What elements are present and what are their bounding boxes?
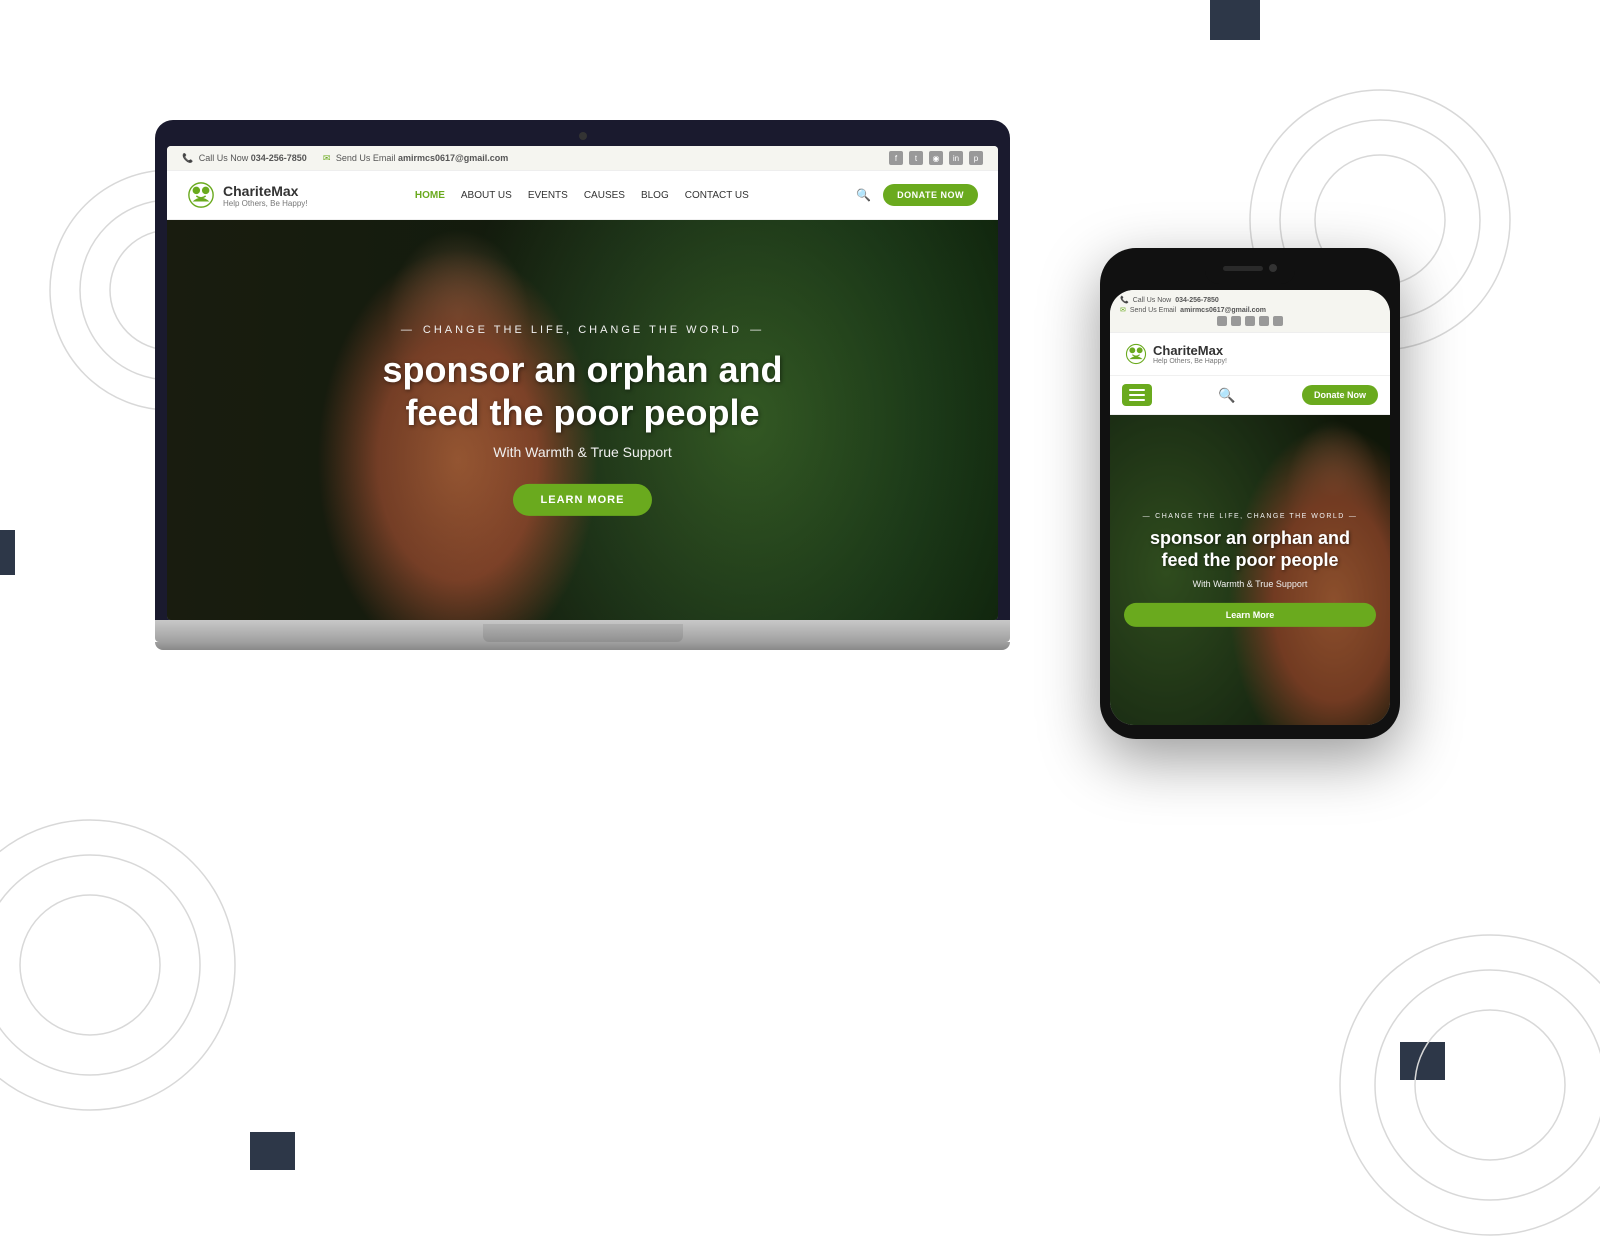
email-icon: ✉ — [323, 153, 331, 163]
phone-navbar: 🔍 Donate Now — [1110, 376, 1390, 415]
hero-description: With Warmth & True Support — [382, 444, 782, 460]
phone-email-address: amirmcs0617@gmail.com — [1180, 307, 1266, 314]
main-scene: 📞 Call Us Now 034-256-7850 ✉ Send Us Ema… — [0, 0, 1600, 1200]
phone-camera — [1269, 264, 1277, 272]
phone-hero-subtitle: — CHANGE THE LIFE, CHANGE THE WORLD — — [1124, 513, 1376, 520]
email-address: amirmcs0617@gmail.com — [398, 153, 508, 163]
nav-blog[interactable]: BLOG — [641, 190, 669, 201]
topbar-social-links: f t ◉ in p — [889, 151, 983, 165]
phone-logo-tagline: Help Others, Be Happy! — [1153, 358, 1227, 365]
nav-contact[interactable]: CONTACT US — [685, 190, 749, 201]
phone-learn-more-button[interactable]: Learn More — [1124, 603, 1376, 627]
phone-linkedin-icon[interactable] — [1259, 316, 1269, 326]
website-navbar: ChariteMax Help Others, Be Happy! HOME A… — [167, 171, 998, 220]
laptop-foot — [155, 642, 1010, 650]
website-topbar: 📞 Call Us Now 034-256-7850 ✉ Send Us Ema… — [167, 146, 998, 171]
laptop-base — [155, 620, 1010, 642]
logo-icon — [187, 181, 215, 209]
logo-area: ChariteMax Help Others, Be Happy! — [187, 181, 307, 209]
phone-logo-text: ChariteMax Help Others, Be Happy! — [1153, 343, 1227, 365]
email-info: ✉ Send Us Email amirmcs0617@gmail.com — [323, 153, 508, 164]
hero-section: CHANGE THE LIFE, CHANGE THE WORLD sponso… — [167, 220, 998, 620]
phone-speaker — [1223, 266, 1263, 271]
phone-hero-title: sponsor an orphan and feed the poor peop… — [1124, 528, 1376, 571]
nav-events[interactable]: EVENTS — [528, 190, 568, 201]
phone-email-row: ✉ Send Us Email amirmcs0617@gmail.com — [1120, 306, 1380, 314]
nav-home[interactable]: HOME — [415, 190, 445, 201]
hero-content: CHANGE THE LIFE, CHANGE THE WORLD sponso… — [382, 324, 782, 516]
phone-hero-content: — CHANGE THE LIFE, CHANGE THE WORLD — sp… — [1124, 513, 1376, 627]
phone-instagram-icon[interactable] — [1245, 316, 1255, 326]
phone-screen: 📞 Call Us Now 034-256-7850 ✉ Send Us Ema… — [1110, 290, 1390, 725]
laptop-device: 📞 Call Us Now 034-256-7850 ✉ Send Us Ema… — [155, 120, 1010, 650]
phone-phone-row: 📞 Call Us Now 034-256-7850 — [1120, 296, 1380, 304]
donate-button[interactable]: DONATE NOW — [883, 184, 978, 206]
logo-name: ChariteMax — [223, 183, 307, 199]
nav-links: HOME ABOUT US EVENTS CAUSES BLOG CONTACT… — [415, 190, 749, 201]
linkedin-icon[interactable]: in — [949, 151, 963, 165]
phone-email-icon: ✉ — [1120, 306, 1126, 314]
facebook-icon[interactable]: f — [889, 151, 903, 165]
phone-topbar: 📞 Call Us Now 034-256-7850 ✉ Send Us Ema… — [1110, 290, 1390, 333]
phone-number: 034-256-7850 — [251, 153, 307, 163]
ham-line-1 — [1129, 389, 1145, 391]
phone-logo-area: ChariteMax Help Others, Be Happy! — [1110, 333, 1390, 376]
laptop-camera — [579, 132, 587, 140]
ham-line-2 — [1129, 394, 1145, 396]
phone-logo-icon — [1125, 343, 1147, 365]
hero-title: sponsor an orphan and feed the poor peop… — [382, 348, 782, 434]
phone-donate-button[interactable]: Donate Now — [1302, 385, 1378, 405]
phone-info: 📞 Call Us Now 034-256-7850 — [182, 153, 307, 164]
phone-phone-icon: 📞 — [1120, 296, 1129, 304]
phone-notch — [1205, 262, 1295, 284]
nav-about[interactable]: ABOUT US — [461, 190, 512, 201]
phone-email-label: Send Us Email — [1130, 307, 1176, 314]
laptop-screen: 📞 Call Us Now 034-256-7850 ✉ Send Us Ema… — [167, 146, 998, 620]
phone-twitter-icon[interactable] — [1231, 316, 1241, 326]
phone-search-icon[interactable]: 🔍 — [1218, 387, 1235, 404]
hamburger-menu[interactable] — [1122, 384, 1152, 406]
phone-label: Call Us Now — [199, 153, 249, 163]
hero-title-line1: sponsor an orphan and — [382, 349, 782, 390]
search-icon[interactable]: 🔍 — [856, 188, 871, 202]
learn-more-button[interactable]: LEARN MORE — [513, 484, 653, 516]
phone-logo-name: ChariteMax — [1153, 343, 1227, 358]
instagram-icon[interactable]: ◉ — [929, 151, 943, 165]
nav-causes[interactable]: CAUSES — [584, 190, 625, 201]
twitter-icon[interactable]: t — [909, 151, 923, 165]
nav-actions: 🔍 DONATE NOW — [856, 184, 978, 206]
phone-hero-title-line2: feed the poor people — [1161, 550, 1338, 570]
phone-hero: — CHANGE THE LIFE, CHANGE THE WORLD — sp… — [1110, 415, 1390, 725]
phone-hero-description: With Warmth & True Support — [1124, 579, 1376, 589]
email-label: Send Us Email — [336, 153, 396, 163]
phone-frame: 📞 Call Us Now 034-256-7850 ✉ Send Us Ema… — [1100, 248, 1400, 739]
laptop-screen-frame: 📞 Call Us Now 034-256-7850 ✉ Send Us Ema… — [155, 120, 1010, 620]
pinterest-icon[interactable]: p — [969, 151, 983, 165]
phone-phone-label: Call Us Now — [1133, 297, 1172, 304]
phone-icon: 📞 — [182, 153, 193, 163]
phone-device: 📞 Call Us Now 034-256-7850 ✉ Send Us Ema… — [1100, 248, 1400, 739]
phone-facebook-icon[interactable] — [1217, 316, 1227, 326]
logo-text: ChariteMax Help Others, Be Happy! — [223, 183, 307, 208]
phone-phone-number: 034-256-7850 — [1175, 297, 1219, 304]
phone-camera-area — [1205, 262, 1295, 272]
phone-social-row — [1120, 316, 1380, 326]
phone-hero-title-line1: sponsor an orphan and — [1150, 528, 1350, 548]
logo-tagline: Help Others, Be Happy! — [223, 199, 307, 208]
topbar-left: 📞 Call Us Now 034-256-7850 ✉ Send Us Ema… — [182, 153, 508, 164]
hero-title-line2: feed the poor people — [405, 392, 759, 433]
ham-line-3 — [1129, 399, 1145, 401]
hero-subtitle: CHANGE THE LIFE, CHANGE THE WORLD — [382, 324, 782, 336]
phone-pinterest-icon[interactable] — [1273, 316, 1283, 326]
